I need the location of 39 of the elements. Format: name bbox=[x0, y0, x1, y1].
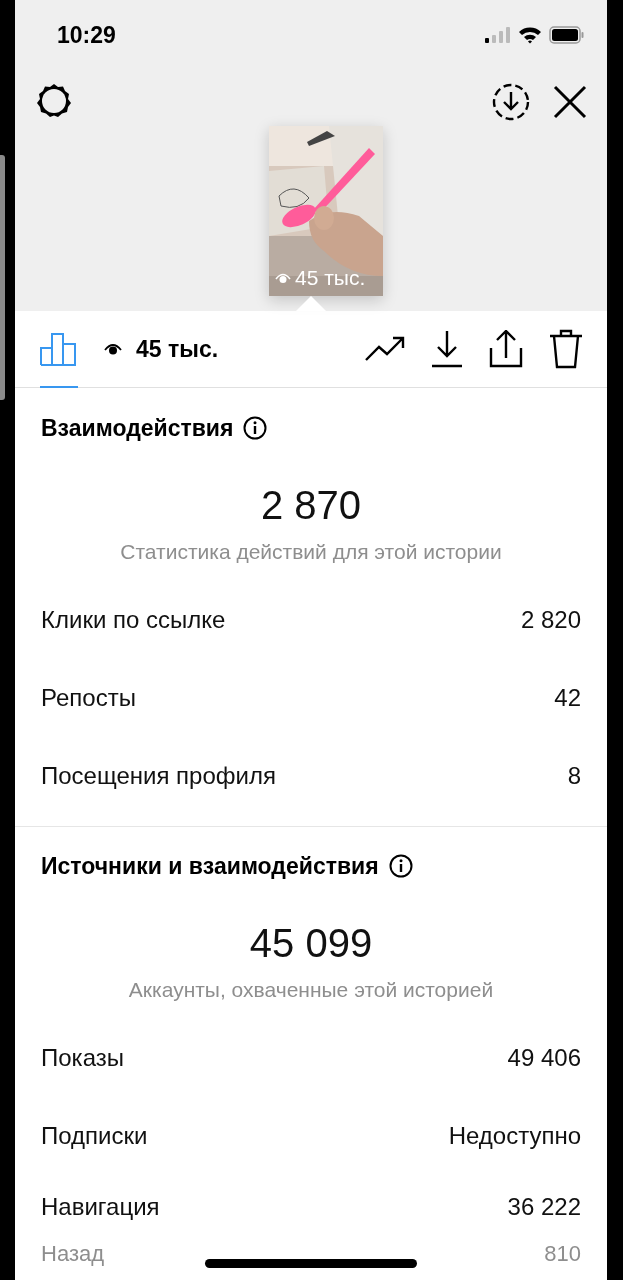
total-caption: Аккаунты, охваченные этой историей bbox=[127, 977, 495, 1003]
metric-label: Репосты bbox=[41, 684, 136, 712]
metric-value: 2 820 bbox=[520, 606, 581, 634]
trash-icon[interactable] bbox=[549, 329, 583, 369]
metric-value: 8 bbox=[567, 762, 581, 790]
signal-icon bbox=[485, 27, 511, 43]
metric-label: Показы bbox=[41, 1044, 124, 1072]
total-caption: Статистика действий для этой истории bbox=[119, 539, 503, 565]
total-count: 2 870 bbox=[259, 482, 363, 529]
metric-label: Назад bbox=[41, 1241, 105, 1267]
settings-icon[interactable] bbox=[35, 82, 73, 120]
views-count: 45 тыс. bbox=[136, 335, 219, 363]
eye-icon bbox=[275, 272, 291, 284]
trend-arrow-icon[interactable] bbox=[365, 336, 405, 362]
share-icon[interactable] bbox=[489, 330, 523, 368]
metric-label: Клики по ссылке bbox=[41, 606, 226, 634]
metric-value: 49 406 bbox=[507, 1044, 581, 1072]
download-circle-icon[interactable] bbox=[491, 82, 531, 122]
info-icon[interactable] bbox=[243, 416, 268, 440]
metric-value: Недоступно bbox=[448, 1122, 581, 1150]
metric-value: 810 bbox=[544, 1241, 581, 1267]
metric-value: 36 222 bbox=[507, 1193, 581, 1221]
status-time: 10:29 bbox=[57, 21, 116, 49]
section-title: Взаимодействия bbox=[41, 414, 234, 442]
battery-icon bbox=[549, 26, 585, 44]
metric-label: Посещения профиля bbox=[41, 762, 276, 790]
wifi-icon bbox=[518, 26, 542, 44]
views-count: 45 тыс. bbox=[295, 266, 366, 290]
download-icon[interactable] bbox=[431, 330, 463, 368]
bar-chart-icon bbox=[40, 332, 78, 366]
info-icon[interactable] bbox=[388, 854, 413, 878]
metric-label: Навигация bbox=[41, 1193, 160, 1221]
close-icon[interactable] bbox=[553, 85, 587, 119]
total-count: 45 099 bbox=[248, 920, 374, 967]
metric-label: Подписки bbox=[41, 1122, 148, 1150]
section-title: Источники и взаимодействия bbox=[41, 852, 379, 880]
metric-value: 42 bbox=[554, 684, 581, 712]
pointer-notch bbox=[296, 295, 326, 311]
eye-icon bbox=[104, 342, 122, 356]
